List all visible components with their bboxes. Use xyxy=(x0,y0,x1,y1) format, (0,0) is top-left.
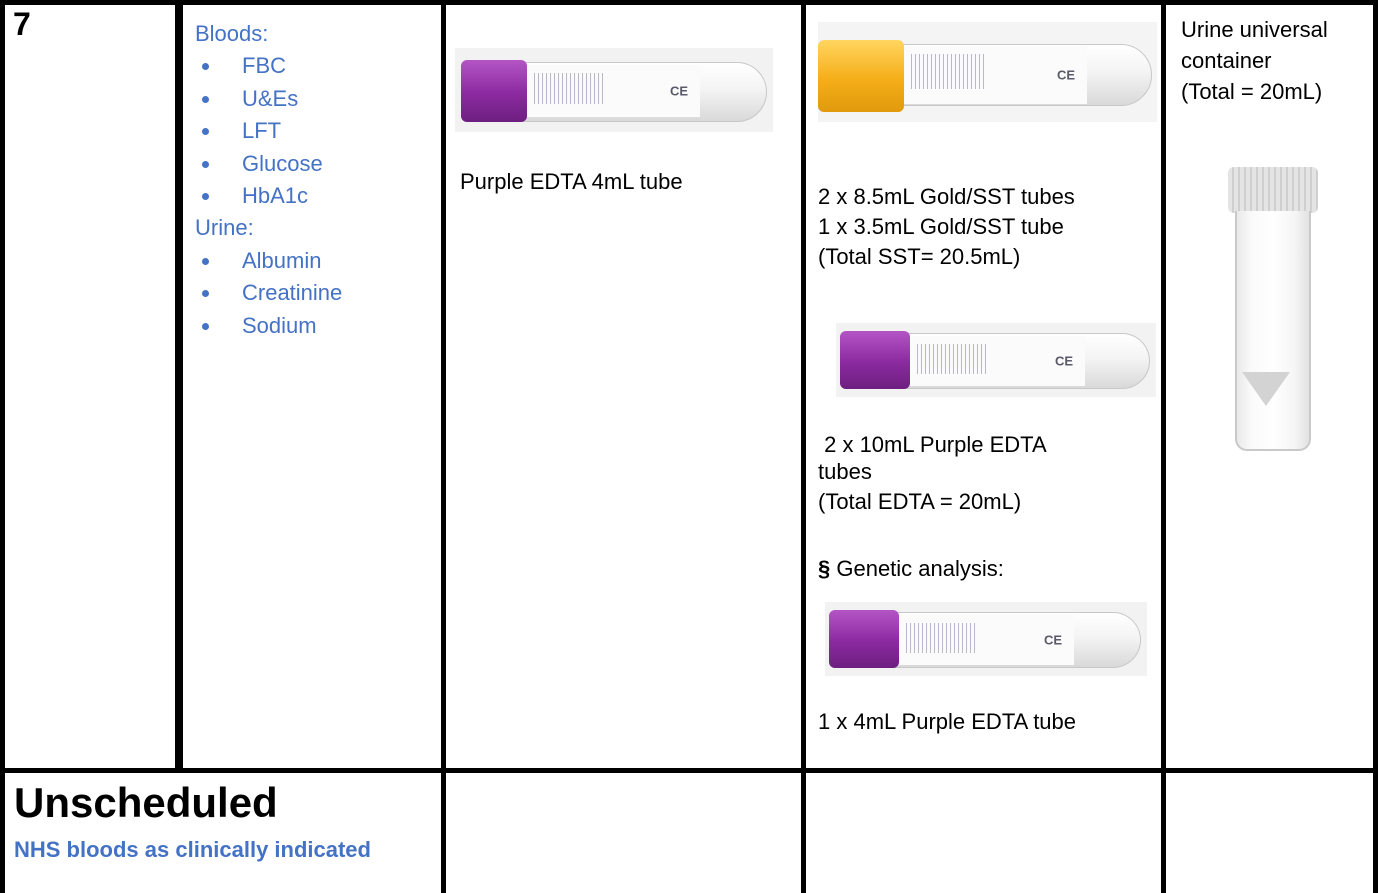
purple-edta-tube-image: CE xyxy=(825,602,1147,676)
list-item: U&Es xyxy=(195,83,342,115)
gold-sst-tube-image: CE xyxy=(818,22,1157,122)
sst-line-1: 2 x 8.5mL Gold/SST tubes xyxy=(818,184,1075,209)
urine-universal-container-image xyxy=(1228,167,1318,457)
table-border-top xyxy=(0,0,1378,5)
list-item: Creatinine xyxy=(195,277,342,309)
urine-list: Albumin Creatinine Sodium xyxy=(195,245,342,342)
col-divider-2 xyxy=(441,0,446,893)
list-item: Glucose xyxy=(195,148,342,180)
purple-edta-tube-image: CE xyxy=(836,323,1156,397)
edta-line-2: tubes xyxy=(818,459,872,484)
bloods-header: Bloods: xyxy=(195,21,269,46)
table-border-left xyxy=(0,0,5,893)
list-item: Sodium xyxy=(195,310,342,342)
visit-number: 7 xyxy=(13,6,31,42)
col-divider-1 xyxy=(175,0,183,772)
purple-edta-tube-image: CE xyxy=(455,48,773,132)
unscheduled-subtitle: NHS bloods as clinically indicated xyxy=(14,837,371,862)
urine-header: Urine: xyxy=(195,215,254,241)
genetic-caption: 1 x 4mL Purple EDTA tube xyxy=(818,709,1077,734)
row-divider xyxy=(0,768,1378,773)
col-divider-4 xyxy=(1161,0,1166,893)
sst-total: (Total SST= 20.5mL) xyxy=(818,244,1021,269)
table-border-right xyxy=(1373,0,1378,893)
sst-line-2: 1 x 3.5mL Gold/SST tube xyxy=(818,214,1064,239)
purple-edta-caption: Purple EDTA 4mL tube xyxy=(460,169,683,194)
list-item: LFT xyxy=(195,115,342,147)
list-item: FBC xyxy=(195,50,342,82)
unscheduled-title: Unscheduled xyxy=(14,779,278,826)
col-divider-3 xyxy=(801,0,806,893)
list-item: HbA1c xyxy=(195,180,342,212)
urine-container-line-1: Urine universal xyxy=(1181,17,1328,42)
tests-list: Bloods: FBC U&Es LFT Glucose HbA1c Urine… xyxy=(195,18,342,342)
edta-total: (Total EDTA = 20mL) xyxy=(818,489,1022,514)
edta-line-1: 2 x 10mL Purple EDTA xyxy=(818,432,1047,457)
list-item: Albumin xyxy=(195,245,342,277)
section-symbol: § xyxy=(818,556,831,581)
genetic-analysis-label: § Genetic analysis: xyxy=(818,556,1004,581)
bloods-list: FBC U&Es LFT Glucose HbA1c xyxy=(195,50,342,212)
urine-container-line-2: container xyxy=(1181,48,1272,73)
urine-container-total: (Total = 20mL) xyxy=(1181,79,1323,104)
